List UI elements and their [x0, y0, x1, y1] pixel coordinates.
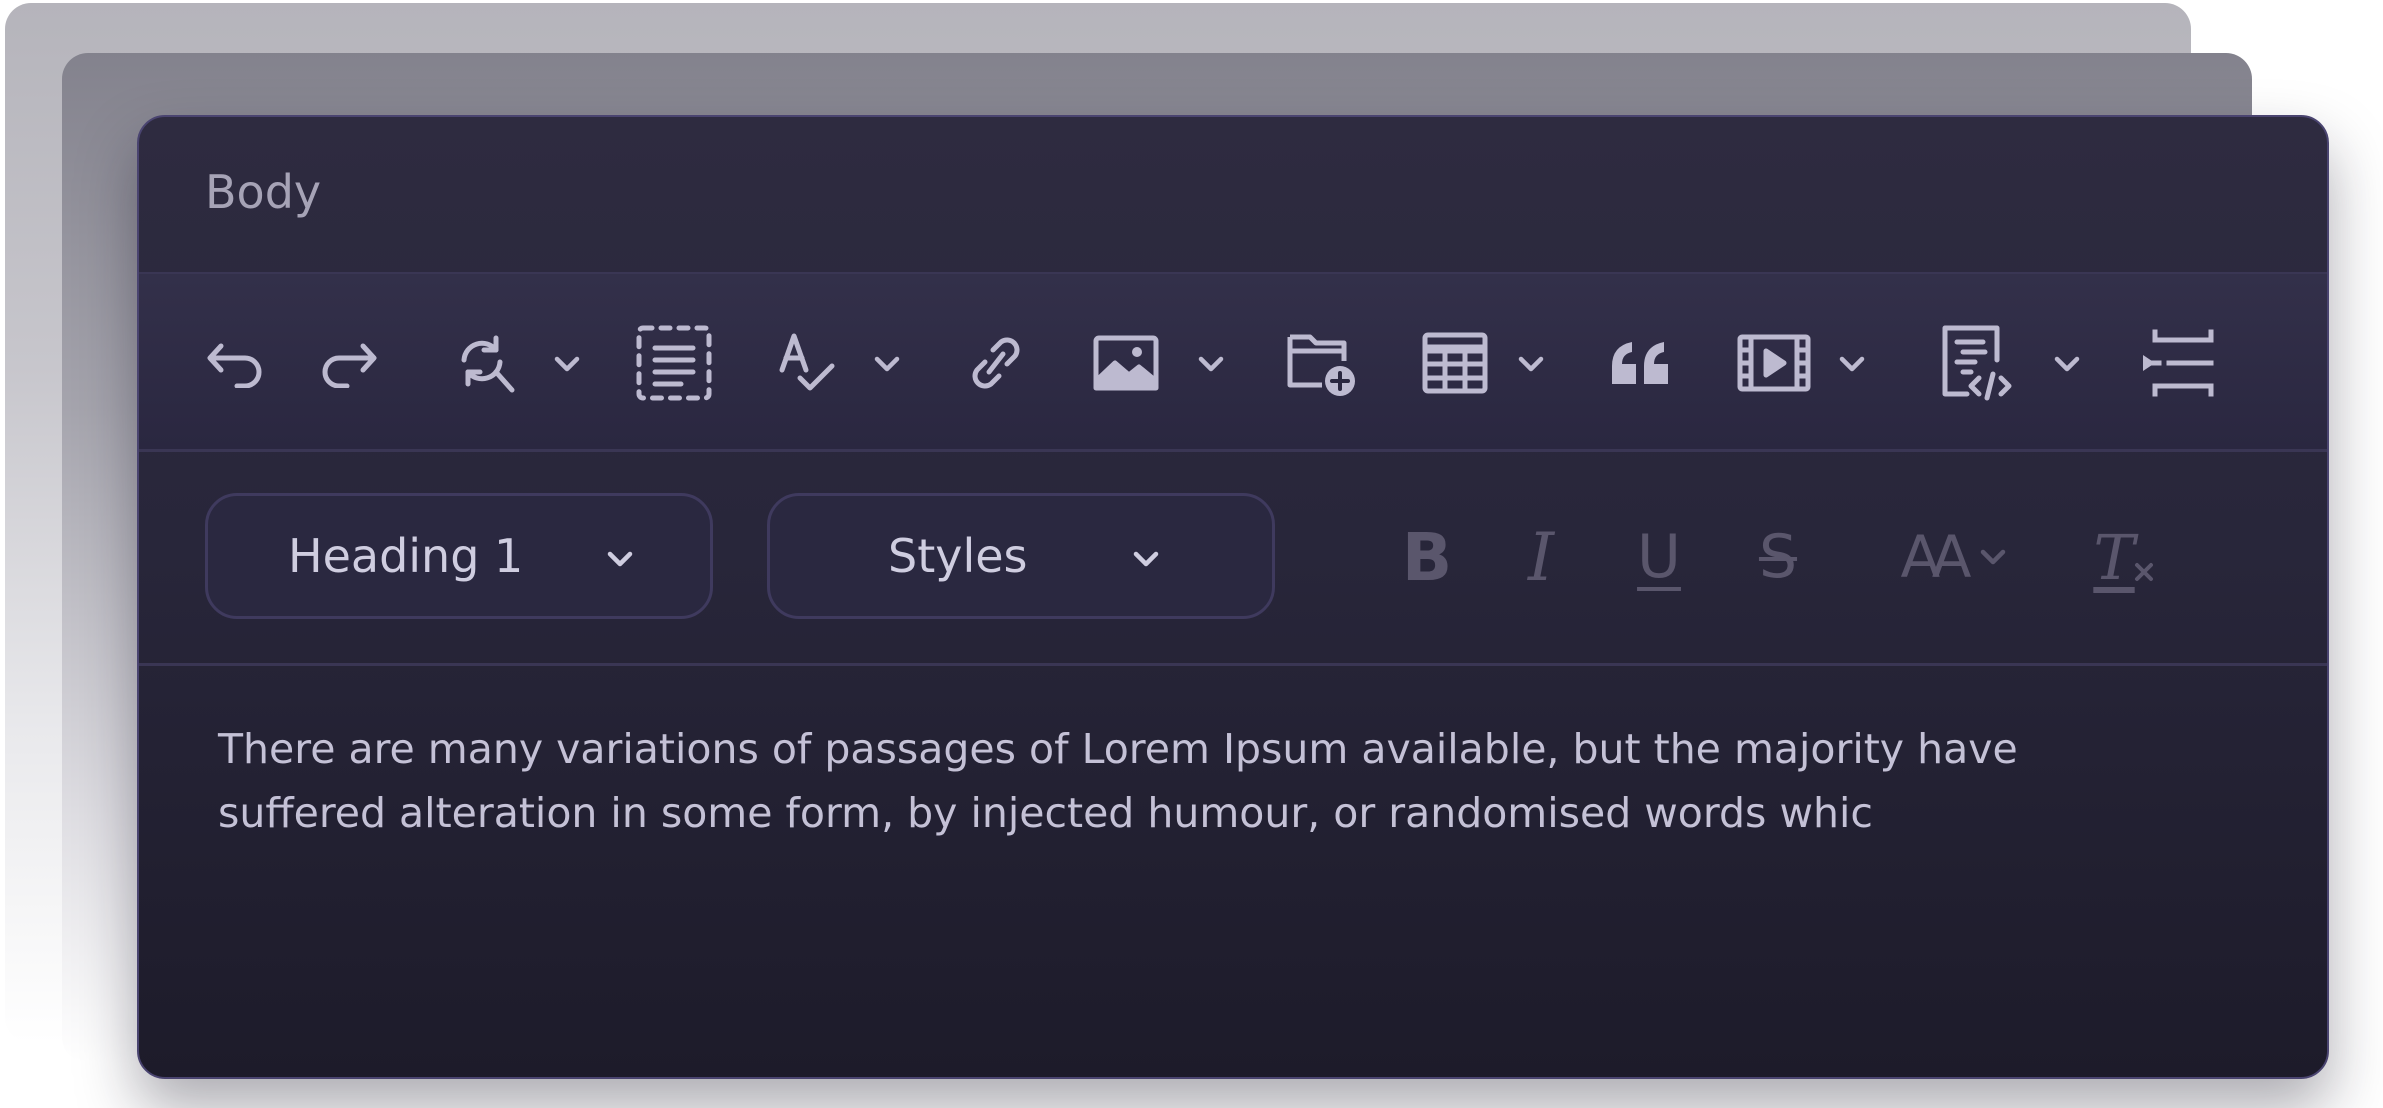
insert-file-icon — [1287, 334, 1355, 396]
source-code-icon — [1942, 325, 2012, 401]
clear-format-icon: T — [2093, 520, 2135, 594]
link-button[interactable] — [965, 322, 1027, 404]
media-button[interactable] — [1737, 322, 1811, 404]
page-break-icon — [2143, 329, 2214, 397]
close-icon — [2134, 563, 2153, 581]
page-break-button[interactable] — [2137, 322, 2217, 404]
image-button[interactable] — [1093, 322, 1159, 404]
select-all-icon — [636, 325, 712, 401]
spellcheck-button[interactable] — [776, 322, 838, 404]
font-size-dropdown-chevron-icon[interactable] — [1975, 539, 2011, 575]
source-code-dropdown-chevron-icon[interactable] — [2049, 346, 2085, 382]
bold-button[interactable]: B — [1395, 512, 1459, 602]
strikethrough-icon: S — [1758, 522, 1798, 592]
find-replace-dropdown-chevron-icon[interactable] — [549, 346, 585, 382]
italic-button[interactable]: I — [1511, 512, 1571, 602]
editor-content[interactable]: There are many variations of passages of… — [218, 717, 2178, 845]
font-size-icon: AA — [1900, 523, 1972, 591]
media-dropdown-chevron-icon[interactable] — [1834, 346, 1870, 382]
format-bar-divider — [139, 663, 2327, 666]
find-replace-icon — [461, 335, 515, 393]
table-dropdown-chevron-icon[interactable] — [1513, 346, 1549, 382]
italic-icon: I — [1527, 518, 1555, 596]
find-replace-button[interactable] — [452, 322, 522, 404]
table-icon — [1422, 332, 1488, 394]
blockquote-icon — [1612, 342, 1668, 384]
heading-select-value: Heading 1 — [288, 529, 524, 583]
select-all-button[interactable] — [635, 322, 713, 404]
font-size-button[interactable]: AA — [1891, 512, 1972, 602]
bold-icon: B — [1401, 518, 1453, 596]
editor-label: Body — [205, 165, 322, 219]
insert-file-button[interactable] — [1286, 322, 1362, 404]
chevron-down-icon — [1133, 551, 1159, 567]
heading-select[interactable]: Heading 1 — [205, 493, 713, 619]
underline-button[interactable]: U — [1629, 512, 1689, 602]
blockquote-button[interactable] — [1610, 322, 1672, 404]
source-code-button[interactable] — [1939, 322, 2015, 404]
styles-select-value: Styles — [888, 529, 1028, 583]
underline-icon: U — [1637, 522, 1681, 592]
spellcheck-icon — [779, 333, 835, 391]
media-icon — [1737, 334, 1811, 392]
toolbar-divider — [139, 449, 2327, 452]
redo-icon — [322, 343, 377, 388]
clear-format-button[interactable]: T — [2089, 512, 2159, 602]
link-icon — [972, 337, 1020, 389]
image-icon — [1093, 335, 1159, 391]
rich-text-editor: Body Heading 1 Styles B I U S AA T There… — [137, 115, 2329, 1079]
chevron-down-icon — [607, 551, 633, 567]
table-button[interactable] — [1422, 322, 1488, 404]
redo-button[interactable] — [317, 322, 379, 404]
spellcheck-dropdown-chevron-icon[interactable] — [869, 346, 905, 382]
undo-icon — [207, 343, 262, 388]
image-dropdown-chevron-icon[interactable] — [1193, 346, 1229, 382]
undo-button[interactable] — [205, 322, 267, 404]
strikethrough-button[interactable]: S — [1748, 512, 1808, 602]
styles-select[interactable]: Styles — [767, 493, 1275, 619]
